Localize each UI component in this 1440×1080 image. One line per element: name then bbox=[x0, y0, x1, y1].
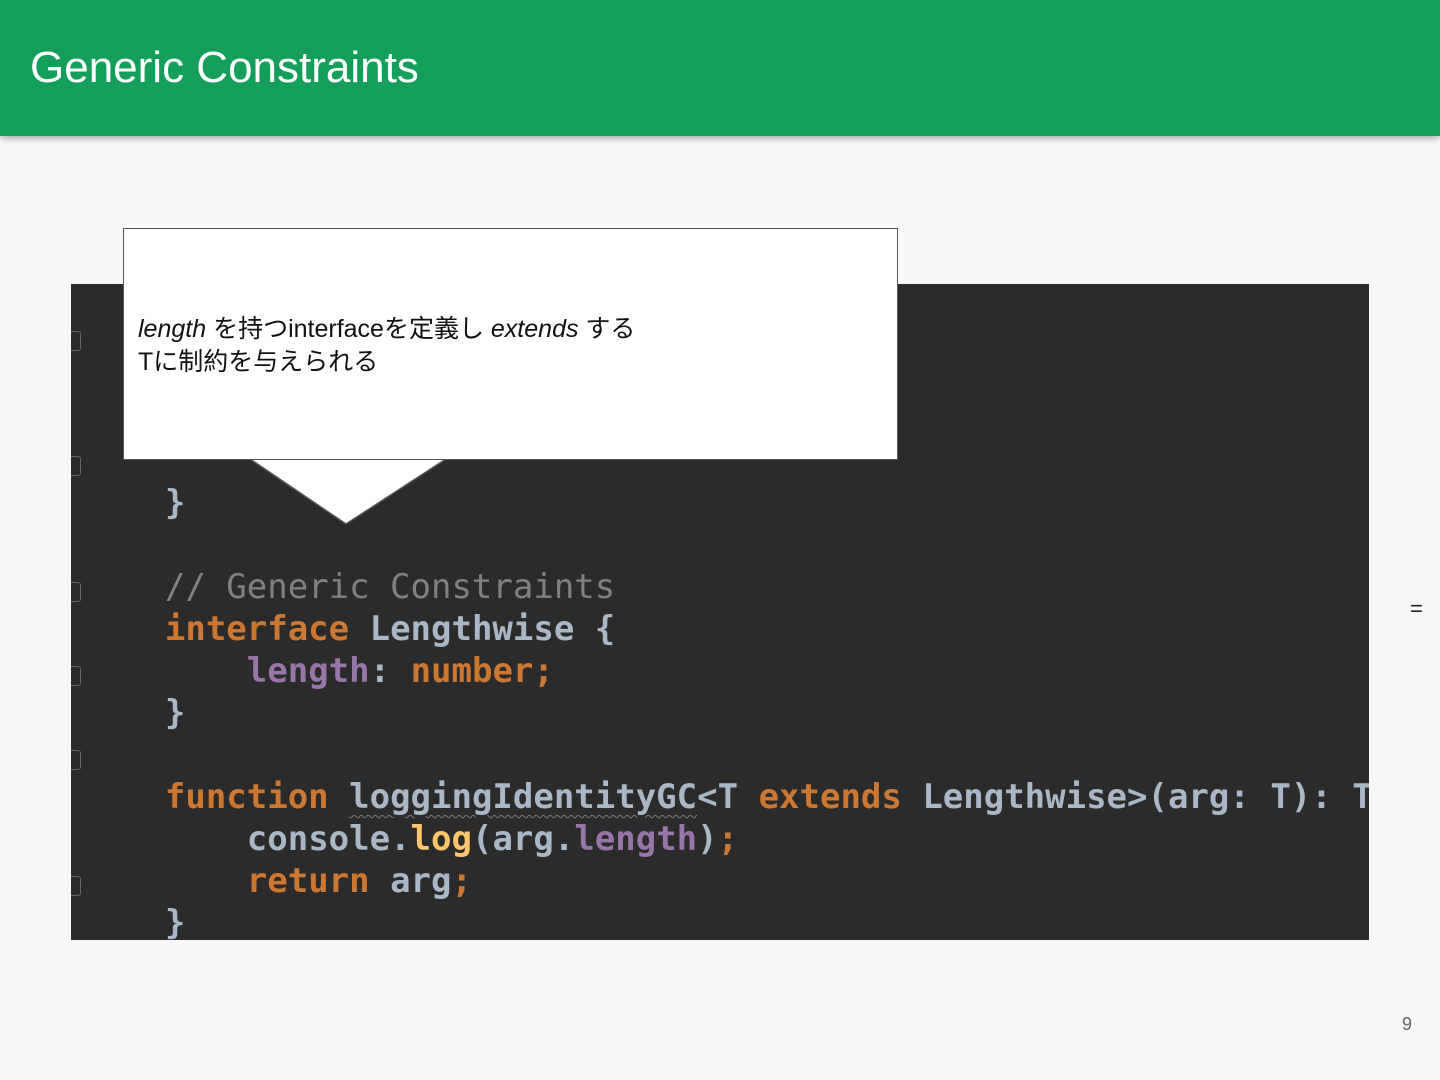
code-identifier: arg bbox=[369, 861, 452, 901]
callout-text: length を持つinterfaceを定義し extends する Tに制約を… bbox=[138, 313, 635, 379]
code-keyword: return bbox=[246, 861, 370, 901]
callout-emphasis: extends bbox=[490, 315, 579, 343]
fold-marker bbox=[71, 582, 81, 602]
code-type: number; bbox=[410, 651, 554, 691]
callout-line-1: length を持つinterfaceを定義し extends する bbox=[138, 313, 635, 346]
code-property: length bbox=[246, 651, 370, 691]
code-keyword: extends bbox=[758, 777, 902, 817]
page-number: 9 bbox=[1402, 1014, 1413, 1034]
callout-emphasis: length bbox=[138, 315, 207, 343]
title-bar: Generic Constraints bbox=[0, 0, 1440, 136]
side-mark: = bbox=[1410, 596, 1423, 621]
code-property: length bbox=[574, 819, 698, 859]
code-semicolon: ; bbox=[717, 819, 739, 859]
fold-marker bbox=[71, 456, 81, 476]
code-colon: : bbox=[369, 651, 411, 691]
fold-marker bbox=[71, 666, 81, 686]
slide-title: Generic Constraints bbox=[30, 43, 419, 92]
code-brace: } bbox=[164, 693, 186, 733]
code-paren: ) bbox=[697, 819, 718, 859]
callout-line-2: Tに制約を与えられる bbox=[138, 348, 379, 376]
callout-box: length を持つinterfaceを定義し extends する Tに制約を… bbox=[123, 228, 898, 460]
fold-marker bbox=[71, 750, 81, 770]
fold-marker bbox=[71, 876, 81, 896]
callout-text-segment: する bbox=[578, 315, 636, 343]
code-brace: } bbox=[164, 483, 186, 523]
fold-marker bbox=[71, 331, 81, 351]
code-semicolon: ; bbox=[451, 861, 472, 901]
code-brace: } bbox=[164, 903, 186, 940]
code-signature: Lengthwise>(arg: T): T { bbox=[901, 777, 1369, 817]
callout-text-segment: を持つinterfaceを定義し bbox=[206, 315, 491, 343]
code-line-10: } bbox=[83, 860, 185, 940]
code-identifier: (arg. bbox=[471, 819, 575, 859]
callout-pointer bbox=[250, 458, 447, 525]
